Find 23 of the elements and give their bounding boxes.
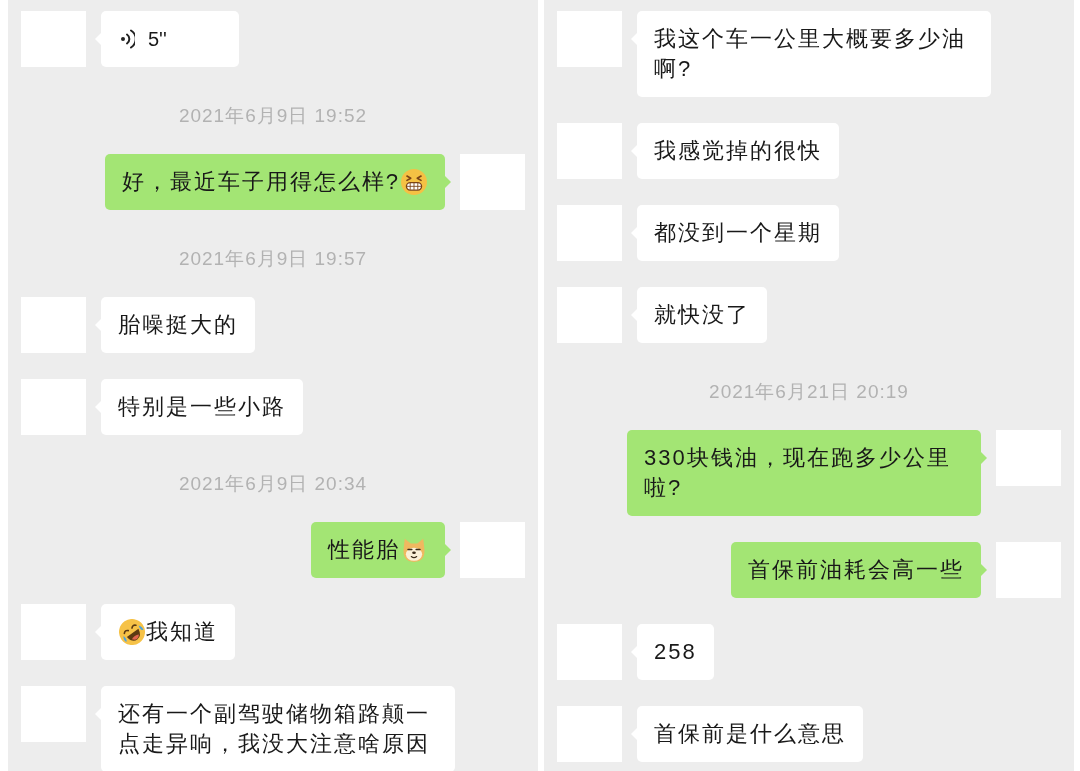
voice-wave-icon <box>121 29 135 49</box>
timestamp: 2021年6月9日 19:52 <box>178 104 368 128</box>
message-text: 特别是一些小路 <box>118 394 286 419</box>
message-text: 好，最近车子用得怎么样? <box>121 169 400 194</box>
timestamp: 2021年6月9日 19:57 <box>178 247 368 271</box>
voice-duration: 5'' <box>148 27 167 52</box>
message-text: 还有一个副驾驶储物箱路颠一点走异响，我没大注意啥原因 <box>118 701 430 756</box>
message-text: 首保前是什么意思 <box>654 721 846 746</box>
timestamp: 2021年6月21日 20:19 <box>709 380 909 404</box>
grinning-face-icon <box>401 169 427 195</box>
laughing-face-icon <box>119 619 145 645</box>
message-text: 胎噪挺大的 <box>118 312 238 337</box>
message-text: 首保前油耗会高一些 <box>748 557 964 582</box>
message-text: 性能胎 <box>328 537 400 562</box>
message-text: 都没到一个星期 <box>654 220 822 245</box>
dog-face-icon <box>401 537 427 563</box>
message-text: 就快没了 <box>654 302 750 327</box>
message-text: 我知道 <box>146 619 218 644</box>
message-text: 330块钱油，现在跑多少公里啦? <box>644 445 951 500</box>
message-text: 258 <box>654 639 697 664</box>
message-text: 我这个车一公里大概要多少油啊? <box>654 26 966 81</box>
message-text: 我感觉掉的很快 <box>654 138 822 163</box>
timestamp: 2021年6月9日 20:34 <box>178 472 368 496</box>
